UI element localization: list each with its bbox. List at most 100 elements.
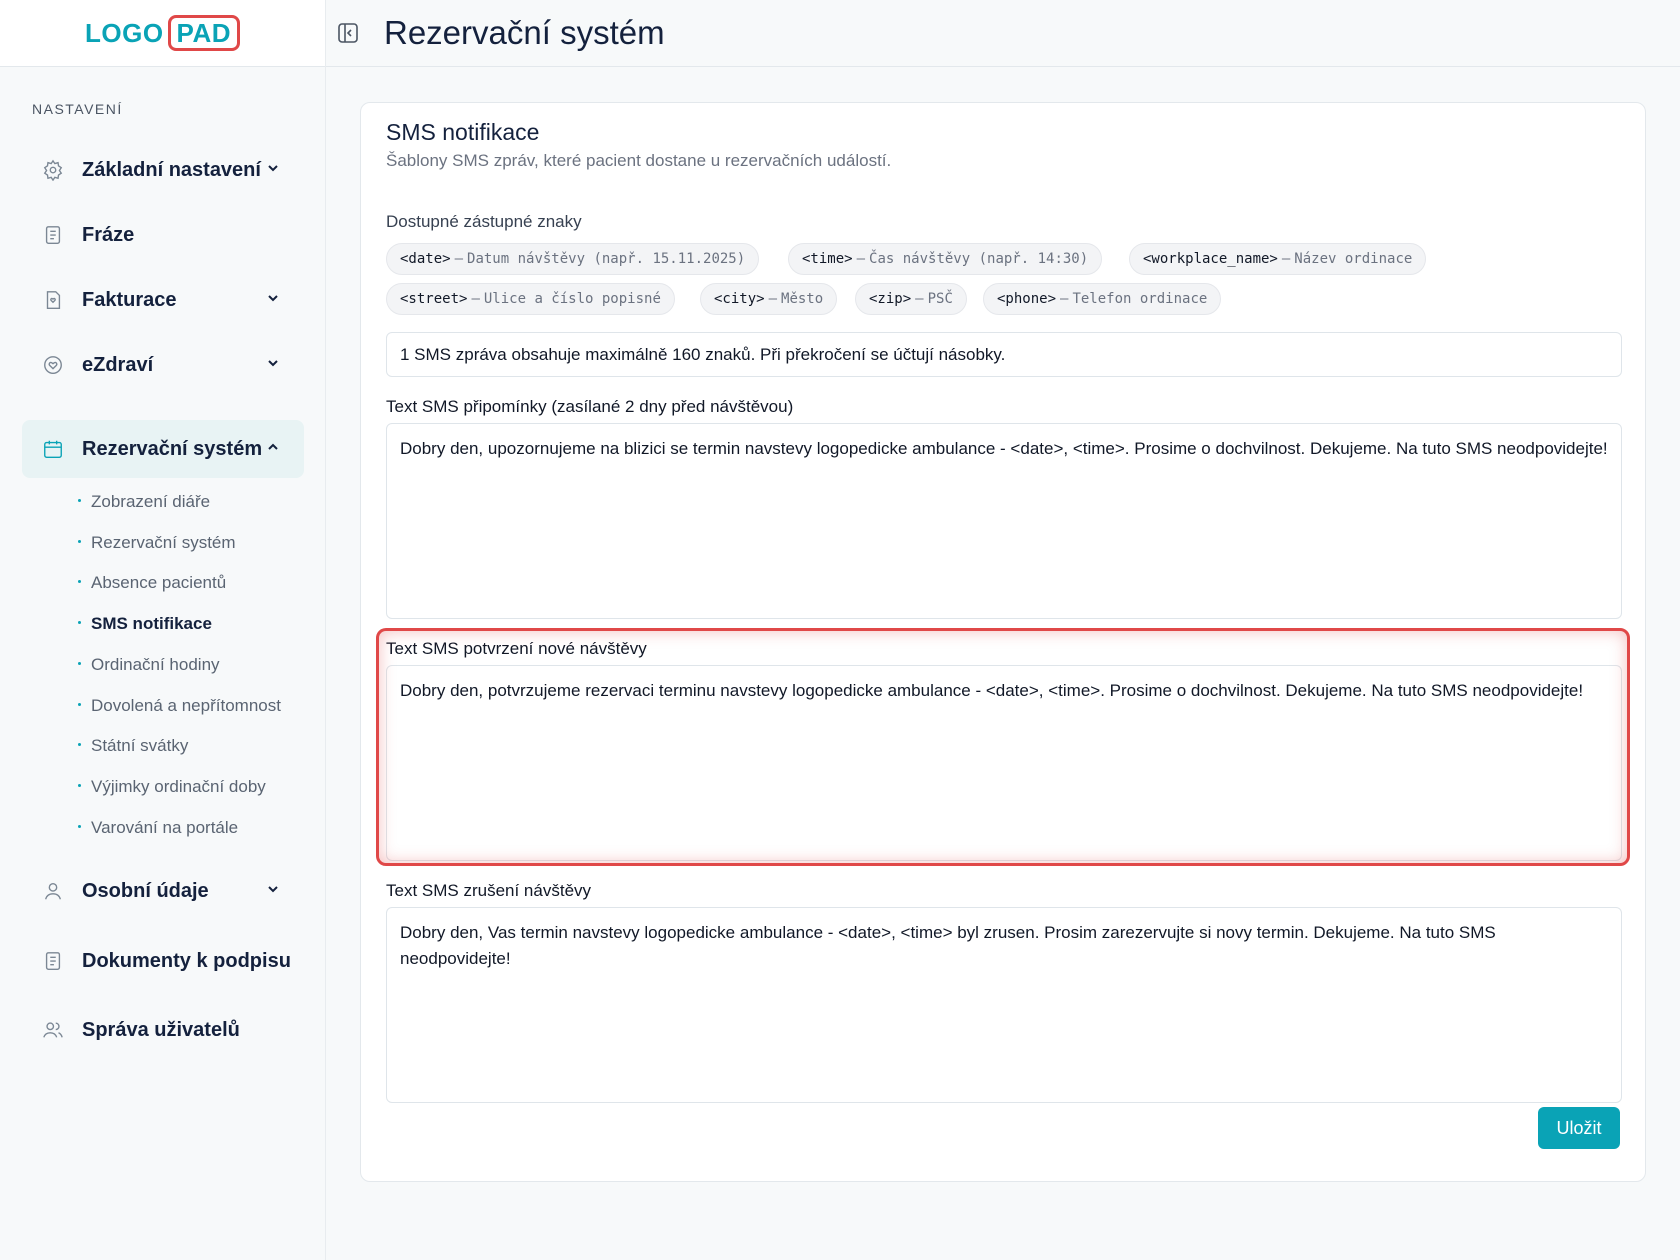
chip-separator: – [856, 251, 866, 267]
subitem-portal-warnings[interactable]: Varování na portále [78, 818, 238, 838]
placeholder-chip-workplace: <workplace_name> – Název ordinace [1129, 243, 1427, 275]
chip-separator: – [1060, 291, 1069, 307]
bullet-dot [78, 784, 81, 788]
bullet-dot [78, 703, 81, 707]
placeholder-chip-zip: <zip> – PSČ [855, 283, 967, 315]
subitem-office-hours[interactable]: Ordinační hodiny [78, 655, 220, 675]
chip-separator: – [915, 291, 924, 307]
sidebar-item-ezdravi[interactable]: eZdraví [22, 336, 304, 394]
placeholder-chip-time: <time> – Čas návštěvy (např. 14:30) [788, 243, 1103, 275]
subitem-label: Výjimky ordinační doby [91, 777, 266, 796]
chip-separator: – [768, 291, 778, 307]
subitem-vacation[interactable]: Dovolená a nepřítomnost [78, 696, 281, 716]
sidebar-item-label: Fakturace [82, 288, 177, 311]
chip-separator: – [471, 291, 480, 307]
card-subtitle: Šablony SMS zpráv, které pacient dostane… [386, 151, 892, 170]
subitem-label: Varování na portále [91, 818, 239, 837]
sidebar-item-personal-data[interactable]: Osobní údaje [22, 862, 304, 920]
subitem-patient-absence[interactable]: Absence pacientů [78, 573, 226, 593]
chevron-down-icon [266, 882, 280, 899]
logo-text: LOGO [84, 17, 164, 48]
subitem-label: Ordinační hodiny [91, 655, 220, 674]
chip-code: <time> [802, 251, 853, 267]
placeholder-chip-date: <date> – Datum návštěvy (např. 15.11.2025) [386, 243, 760, 275]
chip-code: <zip> [869, 291, 912, 307]
user-icon [42, 880, 64, 902]
subitem-label: SMS notifikace [91, 614, 212, 633]
sidebar-item-label: Rezervační systém [82, 437, 263, 460]
top-header: Rezervační systém [326, 0, 1680, 67]
calendar-icon [42, 438, 64, 460]
sidebar-item-user-management[interactable]: Správa uživatelů [22, 1001, 304, 1059]
sidebar-item-label: Správa uživatelů [82, 1018, 240, 1041]
subitem-label: Rezervační systém [91, 533, 236, 552]
users-icon [42, 1019, 64, 1041]
gear-icon [42, 159, 64, 181]
invoice-icon [42, 289, 64, 311]
chip-separator: – [1281, 251, 1291, 267]
chip-code: <date> [400, 251, 451, 267]
subitem-label: Dovolená a nepřítomnost [91, 696, 281, 715]
page-title: Rezervační systém [384, 14, 665, 51]
bullet-dot [78, 825, 81, 829]
subitem-label: Státní svátky [91, 736, 189, 755]
placeholders-label: Dostupné zástupné znaky [386, 212, 582, 231]
sidebar-item-documents-to-sign[interactable]: Dokumenty k podpisu [22, 932, 304, 990]
document-icon [42, 950, 64, 972]
bullet-dot [78, 540, 81, 544]
subitem-reservation-system[interactable]: Rezervační systém [78, 533, 236, 553]
reminder-sms-label: Text SMS připomínky (zasílané 2 dny před… [386, 397, 794, 416]
subitem-sms-notifications[interactable]: SMS notifikace [78, 614, 212, 634]
chip-desc: Telefon ordinace [1072, 291, 1208, 307]
confirmation-sms-textarea[interactable]: Dobry den, potvrzujeme rezervaci terminu… [386, 665, 1622, 861]
sidebar-toggle-icon[interactable] [336, 21, 360, 45]
section-label: NASTAVENÍ [32, 101, 123, 117]
reminder-sms-textarea[interactable]: Dobry den, upozornujeme na blizici se te… [386, 423, 1622, 619]
bullet-dot [78, 580, 81, 584]
subitem-diary-view[interactable]: Zobrazení diáře [78, 492, 210, 512]
sidebar-item-phrases[interactable]: Fráze [22, 206, 304, 264]
sidebar-item-label: eZdraví [82, 353, 154, 376]
chip-code: <workplace_name> [1143, 251, 1278, 267]
chip-code: <phone> [997, 291, 1057, 307]
placeholder-chip-city: <city> – Město [700, 283, 838, 315]
sidebar-item-label: Základní nastavení [82, 158, 261, 181]
sms-length-info: 1 SMS zpráva obsahuje maximálně 160 znak… [386, 332, 1622, 377]
chevron-down-icon [266, 291, 280, 308]
chip-desc: Ulice a číslo popisné [483, 291, 661, 307]
logo[interactable]: LOGO PAD [84, 15, 241, 51]
placeholder-chip-street: <street> – Ulice a číslo popisné [386, 283, 675, 315]
sidebar-item-basic-settings[interactable]: Základní nastavení [22, 141, 304, 199]
bullet-dot [78, 621, 81, 625]
chip-desc: Město [781, 291, 824, 307]
sidebar-item-label: Osobní údaje [82, 879, 209, 902]
chip-desc: PSČ [927, 291, 953, 307]
chip-desc: Čas návštěvy (např. 14:30) [869, 251, 1089, 267]
sidebar: LOGO PAD NASTAVENÍ Základní nastavení Fr… [0, 0, 326, 1260]
subitem-label: Absence pacientů [91, 573, 227, 592]
chip-code: <city> [714, 291, 765, 307]
sidebar-item-reservation-system[interactable]: Rezervační systém [22, 420, 304, 478]
bullet-dot [78, 743, 81, 747]
sidebar-item-label: Dokumenty k podpisu [82, 949, 291, 972]
logo-pad: PAD [167, 15, 241, 51]
sidebar-item-billing[interactable]: Fakturace [22, 271, 304, 329]
subitem-holidays[interactable]: Státní svátky [78, 736, 188, 756]
chevron-down-icon [266, 356, 280, 373]
chip-separator: – [454, 251, 464, 267]
chevron-up-icon [266, 440, 280, 457]
chip-code: <street> [400, 291, 468, 307]
bullet-dot [78, 662, 81, 666]
chip-desc: Název ordinace [1294, 251, 1413, 267]
cancellation-sms-label: Text SMS zrušení návštěvy [386, 881, 592, 900]
sms-notifications-card: SMS notifikace Šablony SMS zpráv, které … [360, 102, 1646, 1182]
cancellation-sms-textarea[interactable]: Dobry den, Vas termin navstevy logopedic… [386, 907, 1622, 1103]
chip-desc: Datum návštěvy (např. 15.11.2025) [467, 251, 746, 267]
subitem-hour-exceptions[interactable]: Výjimky ordinační doby [78, 777, 266, 797]
card-title: SMS notifikace [386, 119, 540, 145]
chevron-down-icon [266, 161, 280, 178]
bullet-dot [78, 499, 81, 503]
sidebar-item-label: Fráze [82, 223, 135, 246]
confirmation-sms-label: Text SMS potvrzení nové návštěvy [386, 639, 647, 658]
save-button[interactable]: Uložit [1538, 1107, 1620, 1149]
